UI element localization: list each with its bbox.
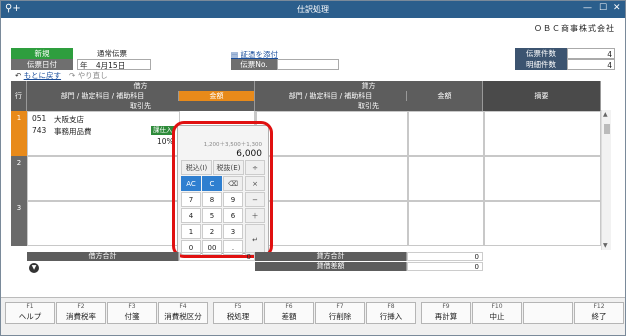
fkey-code: F3: [128, 303, 136, 310]
summary-header: 摘要: [483, 81, 601, 111]
fkey-code: F10: [491, 303, 503, 310]
voucher-count-value: 4: [567, 48, 615, 59]
voucher-type[interactable]: 通常伝票: [73, 48, 151, 59]
fkey-label: 行挿入: [379, 312, 403, 321]
scroll-thumb[interactable]: [604, 124, 610, 134]
close-icon[interactable]: ✕: [613, 3, 621, 13]
f1-help-button[interactable]: F1 ヘルプ: [5, 302, 55, 324]
table-row[interactable]: [27, 201, 601, 246]
credit-total-label: 貸方合計: [255, 252, 407, 261]
f12-exit-button[interactable]: F12 終了: [574, 302, 624, 324]
function-key-bar: F1 ヘルプ F2 消費税率 F3 付箋 F4 消費税区分 F5 税処理 F6 差額 F7 行…: [1, 297, 625, 335]
detail-count-label: 明細件数: [515, 59, 567, 70]
row-number[interactable]: 2: [11, 156, 27, 201]
fkey-code: F6: [285, 303, 293, 310]
scroll-up-icon[interactable]: ▲: [603, 111, 608, 118]
fkey-label: 消費税区分: [164, 312, 202, 321]
fkey-label: ヘルプ: [18, 312, 42, 321]
f2-tax-rate-button[interactable]: F2 消費税率: [56, 302, 106, 324]
detail-count-value: 4: [567, 59, 615, 70]
f8-insert-row-button[interactable]: F8 行挿入: [366, 302, 416, 324]
date-field[interactable]: 年 4月15日: [77, 59, 151, 70]
fkey-code: F1: [26, 303, 34, 310]
dept-code: 051: [32, 114, 47, 123]
f10-cancel-button[interactable]: F10 中止: [472, 302, 522, 324]
f7-delete-row-button[interactable]: F7 行削除: [315, 302, 365, 324]
fkey-label: 終了: [591, 312, 607, 321]
undo-button[interactable]: ↶ もとに戻す: [15, 70, 61, 81]
difference-value: 0: [407, 262, 483, 271]
difference-label: 貸借差額: [255, 262, 407, 271]
debit-amount-header: 金額: [179, 91, 255, 101]
column-divider: [407, 111, 409, 246]
column-divider: [483, 111, 485, 246]
debit-account-header: 部門 / 勘定科目 / 補助科目: [27, 91, 179, 101]
minimize-icon[interactable]: —: [583, 3, 592, 13]
account-name: 事務用品費: [54, 127, 92, 136]
credit-total-value: 0: [407, 252, 483, 261]
fkey-code: F8: [387, 303, 395, 310]
fkey-label: 再計算: [434, 312, 458, 321]
dept-name: 大阪支店: [54, 115, 84, 124]
scroll-down-icon[interactable]: ▼: [603, 242, 608, 249]
maximize-icon[interactable]: ☐: [599, 3, 607, 13]
window-title: 仕訳処理: [297, 5, 329, 14]
credit-amount-header: 金額: [407, 91, 483, 101]
fkey-label: 税処理: [226, 312, 250, 321]
voucher-no-field[interactable]: [277, 59, 339, 70]
fkey-code: F2: [77, 303, 85, 310]
fkey-label: 消費税率: [66, 312, 96, 321]
redo-icon: ↷: [69, 71, 76, 80]
f11-empty-button[interactable]: [523, 302, 573, 324]
fkey-label: 行削除: [328, 312, 352, 321]
account-code: 743: [32, 126, 47, 135]
company-name: ＯＢＣ商事株式会社: [534, 24, 615, 33]
vertical-scrollbar[interactable]: ▲ ▼: [601, 110, 611, 250]
undo-icon: ↶: [15, 71, 22, 80]
voucher-count-label: 伝票件数: [515, 48, 567, 59]
fkey-label: 付箋: [124, 312, 140, 321]
debit-partner-header: 取引先: [27, 101, 255, 111]
fkey-label: 中止: [489, 312, 505, 321]
f6-difference-button[interactable]: F6 差額: [264, 302, 314, 324]
debit-total-label: 借方合計: [27, 252, 179, 261]
credit-header: 貸方: [255, 81, 483, 91]
redo-label: やり直し: [77, 71, 108, 80]
row-header: 行: [11, 81, 27, 111]
table-row[interactable]: [27, 156, 601, 201]
undo-label: もとに戻す: [23, 71, 62, 80]
credit-partner-header: 取引先: [255, 101, 483, 111]
fkey-code: F4: [179, 303, 187, 310]
date-value: 4月15日: [95, 61, 126, 70]
row-number[interactable]: 1: [11, 111, 27, 156]
tax-category-tag[interactable]: 課仕入: [151, 126, 175, 135]
f9-recalc-button[interactable]: F9 再計算: [421, 302, 471, 324]
expand-icon[interactable]: ▼: [29, 263, 39, 273]
voucher-no-label: 伝票No.: [231, 59, 277, 70]
attach-icon: ▤: [231, 50, 239, 59]
fkey-code: F9: [442, 303, 450, 310]
date-era: 年: [80, 61, 88, 70]
date-label: 伝票日付: [11, 59, 73, 70]
f5-tax-process-button[interactable]: F5 税処理: [213, 302, 263, 324]
debit-header: 借方: [27, 81, 255, 91]
attach-link-label: 証憑を添付: [240, 50, 278, 59]
table-row[interactable]: [27, 111, 601, 156]
fkey-code: F7: [336, 303, 344, 310]
debit-total-value: 0: [179, 252, 255, 261]
fkey-code: F5: [234, 303, 242, 310]
credit-account-header: 部門 / 勘定科目 / 補助科目: [255, 91, 407, 101]
highlight-ring: [172, 121, 273, 258]
new-badge: 新規: [11, 48, 73, 59]
title-bar: ⚲+ 仕訳処理 — ☐ ✕: [1, 1, 625, 18]
fkey-label: 差額: [281, 312, 297, 321]
redo-button[interactable]: ↷ やり直し: [69, 70, 108, 81]
row-number[interactable]: 3: [11, 201, 27, 246]
journal-window: ⚲+ 仕訳処理 — ☐ ✕ ＯＢＣ商事株式会社 新規 通常伝票 伝票日付 年 4…: [0, 0, 626, 336]
f4-tax-class-button[interactable]: F4 消費税区分: [158, 302, 208, 324]
fkey-code: F12: [593, 303, 605, 310]
f3-sticky-button[interactable]: F3 付箋: [107, 302, 157, 324]
